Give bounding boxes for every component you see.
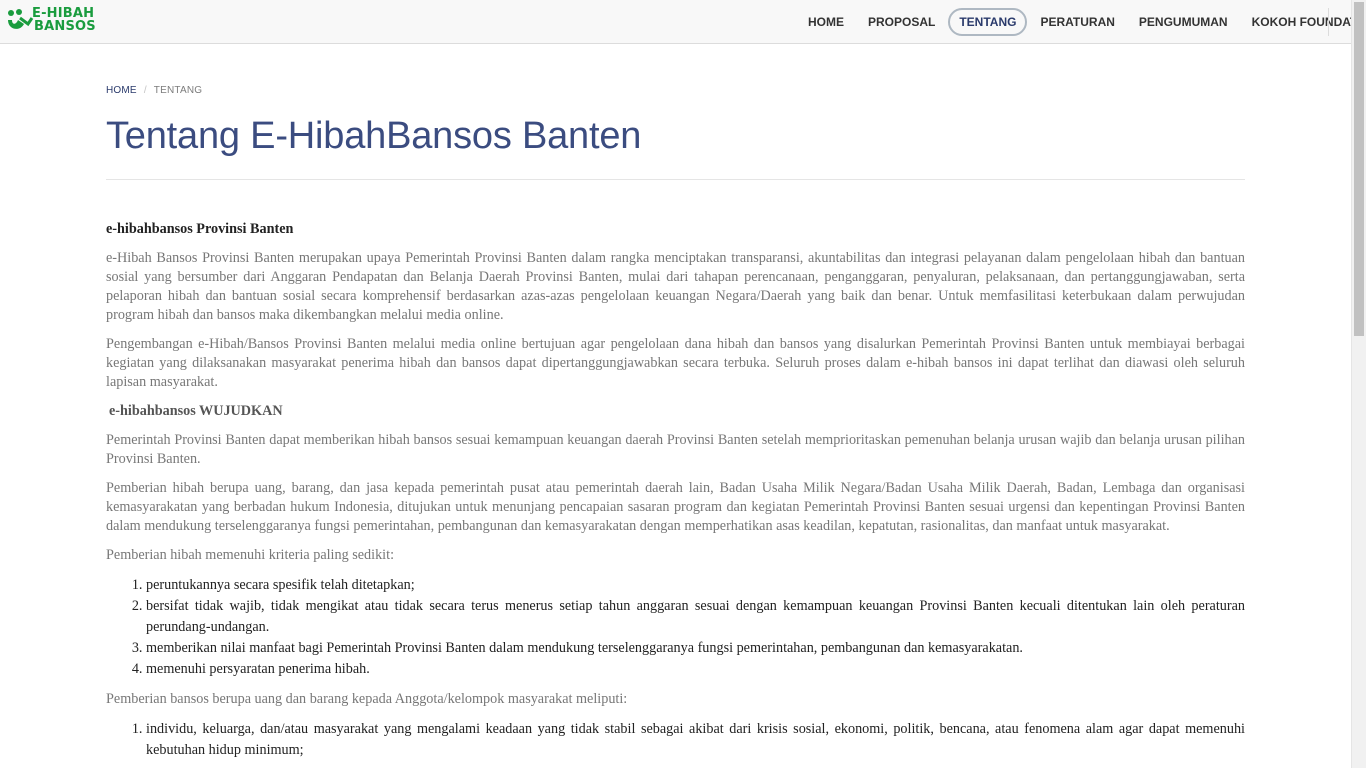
brand-logo[interactable]: E-HIBAH BANSOS xyxy=(6,6,110,36)
breadcrumb: HOME / TENTANG xyxy=(106,84,1245,98)
nav-proposal[interactable]: PROPOSAL xyxy=(857,8,946,36)
bansos-list: individu, keluarga, dan/atau masyarakat … xyxy=(106,719,1245,761)
section-heading-intro: e-hibahbansos Provinsi Banten xyxy=(106,221,294,237)
main-content: HOME / TENTANG Tentang E-HibahBansos Bante… xyxy=(106,84,1245,771)
paragraph-priority: Pemerintah Provinsi Banten dapat memberi… xyxy=(106,432,1245,467)
list-item: bersifat tidak wajib, tidak mengikat ata… xyxy=(146,596,1245,638)
article-body: e-hibahbansos Provinsi Banten e-Hibah Ba… xyxy=(106,220,1245,761)
nav-pengumuman[interactable]: PENGUMUMAN xyxy=(1128,8,1239,36)
nav-tentang[interactable]: TENTANG xyxy=(948,8,1028,36)
breadcrumb-current: TENTANG xyxy=(153,85,203,96)
breadcrumb-home[interactable]: HOME xyxy=(106,85,137,96)
paragraph-hibah-forms: Pemberian hibah berupa uang, barang, dan… xyxy=(106,480,1245,534)
nav-peraturan[interactable]: PERATURAN xyxy=(1029,8,1125,36)
page-title: Tentang E-HibahBansos Banten xyxy=(106,115,642,157)
list-item: individu, keluarga, dan/atau masyarakat … xyxy=(146,719,1245,761)
list-item: memenuhi persyaratan penerima hibah. xyxy=(146,659,1245,680)
criteria-list: peruntukannya secara spesifik telah dite… xyxy=(106,575,1245,680)
main-nav: HOME PROPOSAL TENTANG PERATURAN PENGUMUM… xyxy=(796,8,1366,36)
breadcrumb-separator: / xyxy=(143,85,147,96)
brand-line2: BANSOS xyxy=(34,19,96,34)
paragraph-criteria-intro: Pemberian hibah memenuhi kriteria paling… xyxy=(106,547,395,563)
page-scrollbar[interactable] xyxy=(1351,0,1366,768)
paragraph-intro: e-Hibah Bansos Provinsi Banten merupakan… xyxy=(106,250,1245,323)
paragraph-bansos-intro: Pemberian bansos berupa uang dan barang … xyxy=(106,691,628,707)
nav-kokoh-foundation[interactable]: KOKOH FOUNDATION xyxy=(1241,8,1366,36)
section-heading-wujudkan: e-hibahbansos WUJUDKAN xyxy=(109,403,283,419)
list-item: memberikan nilai manfaat bagi Pemerintah… xyxy=(146,638,1245,659)
scrollbar-thumb[interactable] xyxy=(1354,2,1364,336)
nav-home[interactable]: HOME xyxy=(797,8,855,36)
paragraph-development: Pengembangan e-Hibah/Bansos Provinsi Ban… xyxy=(106,336,1245,390)
nav-divider xyxy=(1328,8,1329,36)
brand-wordmark: E-HIBAH BANSOS xyxy=(32,7,96,33)
top-navbar: E-HIBAH BANSOS HOME PROPOSAL TENTANG PER… xyxy=(0,0,1366,44)
title-divider xyxy=(106,179,1245,180)
list-item: peruntukannya secara spesifik telah dite… xyxy=(146,575,1245,596)
